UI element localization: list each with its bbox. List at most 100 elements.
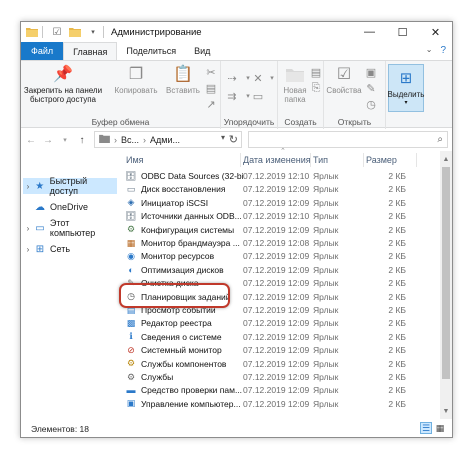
open-icon[interactable]: ▣ [364, 65, 378, 79]
address-bar[interactable]: › Вс... › Адми... ▾ ↻ [94, 131, 242, 148]
minimize-button[interactable]: — [353, 22, 386, 42]
chevron-right-icon[interactable]: › [23, 245, 33, 254]
new-item-icon[interactable]: ▤ [309, 65, 323, 79]
file-row[interactable]: 🗄 Источники данных ODB... 07.12.2019 12:10… [120, 209, 420, 223]
history-icon[interactable]: ◷ [364, 97, 378, 111]
close-button[interactable]: ✕ [419, 22, 452, 42]
column-header-date[interactable]: Дата изменения [243, 151, 313, 169]
file-row[interactable]: ✎ Очистка диска 07.12.2019 12:09 Ярлык 2 КБ [120, 276, 420, 290]
chevron-down-icon: ▾ [404, 100, 408, 106]
details-view-icon[interactable]: ☰ [420, 422, 432, 434]
folder-icon[interactable] [25, 25, 39, 39]
copy-path-icon[interactable]: ▤ [204, 81, 218, 95]
nav-item-quick-access[interactable]: › ★ Быстрый доступ [23, 176, 117, 196]
refresh-icon[interactable]: ↻ [229, 133, 238, 146]
column-divider[interactable] [310, 153, 311, 167]
nav-item-network[interactable]: › ⊞ Сеть [23, 241, 117, 257]
file-row[interactable]: ▣ Управление компьютер... 07.12.2019 12:09… [120, 397, 420, 411]
edit-icon[interactable]: ✎ [364, 81, 378, 95]
large-icons-view-icon[interactable]: ▦ [434, 422, 446, 434]
file-row[interactable]: ⚙ Конфигурация системы 07.12.2019 12:09 Ярл… [120, 223, 420, 237]
file-size: 2 КБ [388, 184, 406, 195]
chevron-right-icon[interactable]: › [23, 182, 33, 191]
column-divider[interactable] [363, 153, 364, 167]
file-row[interactable]: ⚙ Службы 07.12.2019 12:09 Ярлык 2 КБ [120, 370, 420, 384]
pin-quick-access-button[interactable]: 📌 Закрепить на панели быстрого доступа [23, 63, 103, 104]
rename-icon[interactable]: ▭ [251, 89, 265, 103]
maximize-button[interactable]: ☐ [386, 22, 419, 42]
file-row[interactable]: ℹ Сведения о системе 07.12.2019 12:09 Ярлык… [120, 330, 420, 344]
network-icon: ⊞ [35, 243, 45, 255]
breadcrumb-item[interactable]: Вс... [121, 135, 139, 145]
file-type: Ярлык [313, 345, 339, 356]
breadcrumb-item[interactable]: Адми... [150, 135, 180, 145]
delete-icon[interactable]: ✕ [251, 71, 265, 85]
file-row[interactable]: ▩ Редактор реестра 07.12.2019 12:09 Ярлык 2 … [120, 316, 420, 330]
search-box[interactable]: ⌕ [248, 131, 448, 148]
file-size: 2 КБ [388, 345, 406, 356]
tab-home[interactable]: Главная [63, 42, 118, 60]
file-row[interactable]: ⚙ Службы компонентов 07.12.2019 12:09 Ярлык… [120, 357, 420, 371]
tab-view[interactable]: Вид [185, 42, 219, 60]
scroll-up-icon[interactable]: ▲ [440, 153, 452, 165]
column-header-type[interactable]: Тип [313, 151, 363, 169]
copy-to-icon[interactable]: ⇉ [225, 89, 239, 103]
column-header-size[interactable]: Размер [366, 151, 416, 169]
help-icon[interactable]: ? [440, 45, 446, 56]
nav-item-this-pc[interactable]: › ▭ Этот компьютер [23, 218, 117, 238]
file-row[interactable]: ◐ Оптимизация дисков 07.12.2019 12:09 Ярлык… [120, 263, 420, 277]
recent-locations-icon[interactable]: ▾ [58, 133, 72, 147]
breadcrumb-separator: › [143, 134, 147, 145]
vertical-scrollbar[interactable]: ▲ ▼ [440, 151, 452, 419]
file-date: 07.12.2019 12:09 [243, 278, 310, 289]
file-list: ⌃ Имя Дата изменения Тип Размер 🗄 ODBC Da… [120, 148, 452, 419]
column-header-name[interactable]: Имя [126, 151, 244, 169]
move-to-icon[interactable]: ⇢ [225, 71, 239, 85]
easy-access-icon[interactable]: ⎘ [309, 81, 323, 95]
file-row[interactable]: ◉ Монитор ресурсов 07.12.2019 12:09 Ярлык 2 … [120, 249, 420, 263]
file-name: Планировщик заданий [141, 291, 231, 302]
chevron-down-icon[interactable]: ▾ [86, 25, 100, 39]
file-date: 07.12.2019 12:09 [243, 318, 310, 329]
file-name: Службы компонентов [141, 358, 227, 369]
scrollbar-thumb[interactable] [442, 167, 450, 379]
folder-icon[interactable] [68, 25, 82, 39]
file-row[interactable]: ▬ Средство проверки пам... 07.12.2019 12:0… [120, 383, 420, 397]
computer-management-icon: ▣ [126, 398, 136, 409]
file-name-cell: ⚙ Службы [125, 370, 243, 384]
file-date: 07.12.2019 12:09 [243, 251, 310, 262]
file-row[interactable]: ◈ Инициатор iSCSI 07.12.2019 12:09 Ярлык 2 К… [120, 196, 420, 210]
breadcrumb-separator: › [114, 134, 117, 145]
chevron-right-icon[interactable]: › [23, 224, 33, 233]
nav-item-onedrive[interactable]: ☁ OneDrive [23, 199, 117, 215]
chevron-down-icon[interactable]: ▾ [221, 133, 225, 142]
copy-button[interactable]: ❐ Копировать [109, 63, 163, 95]
checkmark-icon[interactable]: ☑ [50, 25, 64, 39]
file-row[interactable]: ▤ Просмотр событий 07.12.2019 12:09 Ярлык 2 … [120, 303, 420, 317]
forward-arrow-icon[interactable]: → [41, 133, 55, 147]
file-row[interactable]: ◷ Планировщик заданий 07.12.2019 12:09 Ярлы… [120, 290, 420, 304]
properties-button[interactable]: ☑ Свойства [326, 63, 362, 95]
file-row[interactable]: ⊘ Системный монитор 07.12.2019 12:09 Ярлык 2… [120, 343, 420, 357]
file-name: Просмотр событий [141, 305, 216, 315]
scroll-down-icon[interactable]: ▼ [440, 405, 452, 417]
file-date: 07.12.2019 12:08 [243, 238, 310, 248]
chevron-down-icon[interactable]: ⌄ [426, 45, 433, 56]
cut-icon[interactable]: ✂ [204, 65, 218, 79]
file-row[interactable]: 🗄 ODBC Data Sources (32-bit) 07.12.2019 12… [120, 169, 420, 183]
file-row[interactable]: ▭ Диск восстановления 07.12.2019 12:09 Ярлы… [120, 182, 420, 196]
paste-shortcut-icon[interactable]: ↗ [204, 97, 218, 111]
paste-button[interactable]: 📋 Вставить [163, 63, 203, 95]
column-divider[interactable] [240, 153, 241, 167]
tab-share[interactable]: Поделиться [117, 42, 185, 60]
up-arrow-icon[interactable]: ↑ [75, 133, 89, 147]
new-folder-button[interactable]: Новая папка [280, 63, 310, 104]
select-button[interactable]: ⊞ Выделить ▾ [388, 64, 424, 112]
system-config-icon: ⚙ [126, 224, 136, 235]
column-divider[interactable] [416, 153, 417, 167]
file-row[interactable]: ▦ Монитор брандмауэра ... 07.12.2019 12:08… [120, 236, 420, 250]
back-arrow-icon[interactable]: ← [24, 133, 38, 147]
file-size: 2 КБ [388, 264, 406, 275]
tab-file[interactable]: Файл [21, 42, 64, 60]
resource-monitor-icon: ◉ [127, 250, 135, 261]
